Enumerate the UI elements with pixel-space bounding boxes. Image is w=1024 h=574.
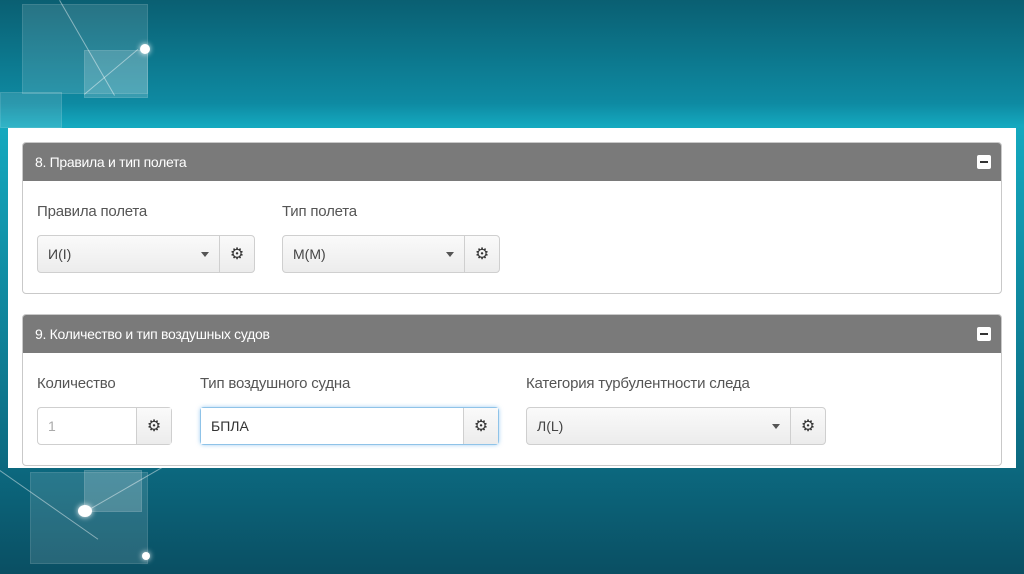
gear-icon[interactable]: ⚙	[464, 236, 499, 272]
flight-rules-value-text: И(I)	[48, 246, 72, 262]
minus-icon[interactable]	[977, 327, 991, 341]
aircraft-type-input[interactable]: БПЛА ⚙	[200, 407, 499, 445]
quantity-label: Количество	[37, 375, 116, 392]
panel-title: 9. Количество и тип воздушных судов	[35, 326, 270, 342]
form-container: 8. Правила и тип полета Правила полета И…	[8, 128, 1016, 468]
panel-aircraft-quantity-type: 9. Количество и тип воздушных судов Коли…	[22, 314, 1002, 466]
flight-type-value-text: М(М)	[293, 246, 326, 262]
panel-header: 9. Количество и тип воздушных судов	[23, 315, 1001, 353]
gear-icon[interactable]: ⚙	[463, 408, 498, 444]
flight-rules-select[interactable]: И(I) ⚙	[37, 235, 255, 273]
gear-icon[interactable]: ⚙	[136, 408, 171, 444]
flight-type-label: Тип полета	[282, 203, 357, 220]
gear-icon[interactable]: ⚙	[790, 408, 825, 444]
flight-rules-value[interactable]: И(I)	[38, 236, 219, 272]
aircraft-type-label: Тип воздушного судна	[200, 375, 351, 392]
caret-down-icon	[446, 252, 454, 257]
quantity-input[interactable]: 1 ⚙	[37, 407, 172, 445]
flight-type-value[interactable]: М(М)	[283, 236, 464, 272]
flight-rules-label: Правила полета	[37, 203, 148, 220]
turbulence-category-select[interactable]: Л(L) ⚙	[526, 407, 826, 445]
turbulence-value-text: Л(L)	[537, 418, 564, 434]
panel-title: 8. Правила и тип полета	[35, 154, 187, 170]
caret-down-icon	[772, 424, 780, 429]
minus-icon[interactable]	[977, 155, 991, 169]
flight-type-select[interactable]: М(М) ⚙	[282, 235, 500, 273]
aircraft-type-value[interactable]: БПЛА	[201, 408, 463, 444]
caret-down-icon	[201, 252, 209, 257]
gear-icon[interactable]: ⚙	[219, 236, 254, 272]
quantity-value[interactable]: 1	[38, 408, 136, 444]
panel-header: 8. Правила и тип полета	[23, 143, 1001, 181]
turbulence-value[interactable]: Л(L)	[527, 408, 790, 444]
turbulence-category-label: Категория турбулентности следа	[526, 375, 750, 392]
panel-flight-rules-type: 8. Правила и тип полета Правила полета И…	[22, 142, 1002, 294]
